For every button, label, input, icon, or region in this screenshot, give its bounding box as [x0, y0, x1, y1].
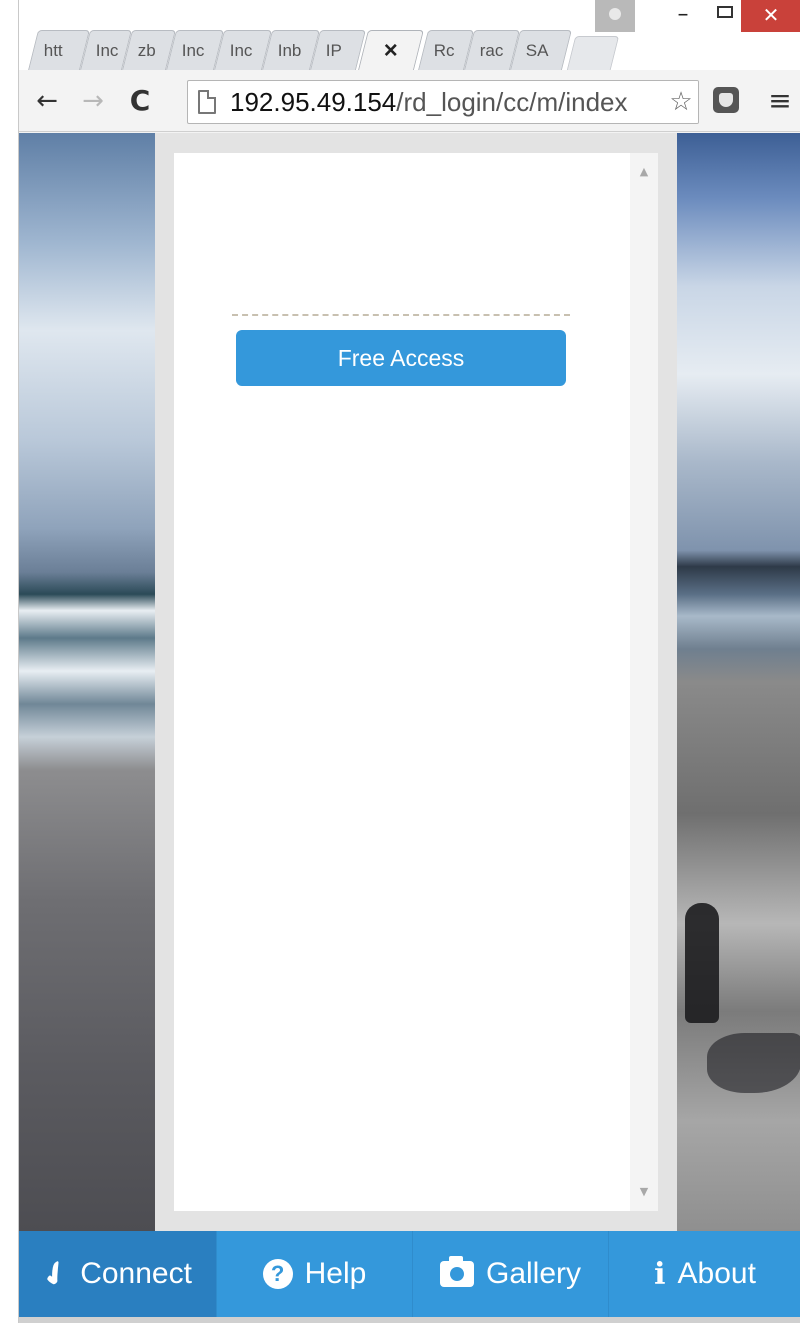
tab-7[interactable]: IP — [310, 30, 366, 70]
free-access-button[interactable]: Free Access — [236, 330, 566, 386]
tab-label: SA — [525, 41, 549, 60]
help-icon: ? — [262, 1259, 293, 1289]
tab-active[interactable]: × — [358, 30, 424, 70]
forward-button[interactable]: → — [77, 82, 109, 120]
new-tab-button[interactable] — [566, 36, 620, 70]
back-button[interactable]: ← — [31, 82, 63, 120]
dashed-divider — [232, 314, 570, 316]
nav-label: Connect — [80, 1257, 192, 1290]
minimize-button[interactable]: – — [665, 0, 701, 32]
reload-button[interactable]: C — [123, 82, 157, 120]
scroll-up-arrow-icon[interactable]: ▲ — [630, 159, 658, 185]
window-bottom-edge — [19, 1317, 800, 1323]
panel-scrollbar[interactable]: ▲ ▼ — [630, 153, 658, 1211]
bookmark-star-icon[interactable]: ☆ — [664, 81, 698, 123]
nav-connect[interactable]: ✔ Connect — [19, 1231, 217, 1317]
page-icon — [198, 90, 216, 114]
tab-label: Rc — [433, 41, 455, 60]
background-photo-left — [19, 133, 155, 1231]
nav-label: Gallery — [485, 1257, 582, 1290]
nav-label: About — [677, 1257, 756, 1290]
close-window-button[interactable]: ✕ — [741, 0, 800, 32]
info-icon: i — [654, 1256, 666, 1292]
browser-window: htt Inc zb Inc Inc Inb IP × Rc rac SA – … — [18, 0, 800, 1323]
login-panel: Free Access — [174, 153, 630, 1211]
tab-label: htt — [43, 41, 63, 60]
nav-gallery[interactable]: Gallery — [413, 1231, 609, 1317]
nav-label: Help — [304, 1257, 367, 1290]
extension-icon[interactable] — [713, 87, 739, 113]
tab-label: Inc — [95, 41, 119, 60]
dog-shadow — [707, 1033, 800, 1093]
tab-label: zb — [137, 41, 156, 60]
address-bar[interactable]: 192.95.49.154/rd_login/cc/m/index ☆ — [187, 80, 699, 124]
nav-about[interactable]: i About — [609, 1231, 800, 1317]
close-tab-icon[interactable]: × — [364, 31, 418, 71]
page-viewport: Free Access ▲ ▼ ✔ Connect ? Help Gallery… — [19, 133, 800, 1323]
url-path: /rd_login/cc/m/index — [396, 87, 628, 117]
tab-label: Inc — [229, 41, 253, 60]
plug-icon: ✔ — [35, 1253, 76, 1295]
tab-label: Inc — [181, 41, 205, 60]
menu-icon[interactable]: ≡ — [765, 82, 795, 120]
scroll-down-arrow-icon[interactable]: ▼ — [630, 1179, 658, 1205]
tab-11[interactable]: SA — [510, 30, 572, 70]
camera-icon — [439, 1256, 474, 1287]
user-profile-icon[interactable] — [595, 0, 635, 32]
browser-toolbar: ← → C 192.95.49.154/rd_login/cc/m/index … — [19, 70, 800, 132]
tab-label: rac — [479, 41, 504, 60]
dog-figure — [685, 903, 719, 1023]
maximize-button[interactable] — [709, 0, 743, 32]
tab-strip: htt Inc zb Inc Inc Inb IP × Rc rac SA – … — [19, 0, 800, 70]
nav-help[interactable]: ? Help — [217, 1231, 413, 1317]
tab-label: Inb — [277, 41, 302, 60]
url-host: 192.95.49.154 — [230, 87, 397, 117]
tab-label: IP — [325, 41, 342, 60]
bottom-nav: ✔ Connect ? Help Gallery i About — [19, 1231, 800, 1317]
url-text[interactable]: 192.95.49.154/rd_login/cc/m/index — [230, 81, 628, 123]
